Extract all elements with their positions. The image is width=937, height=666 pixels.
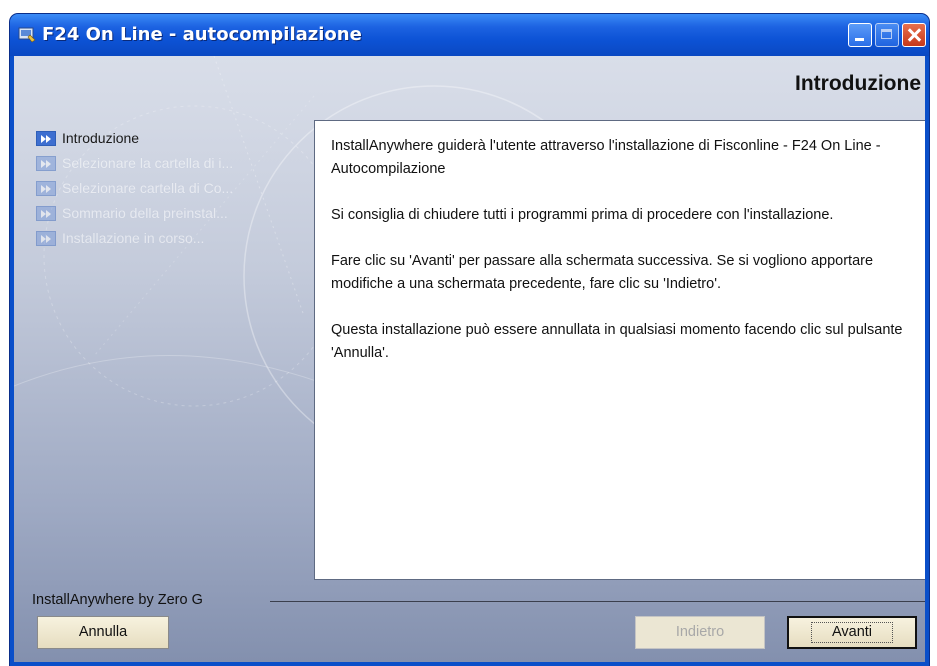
close-icon[interactable] [902,23,926,47]
step-arrow-icon [36,231,56,246]
step-arrow-icon [36,206,56,221]
brand-label: InstallAnywhere by Zero G [32,592,203,608]
step-item: Selezionare cartella di Co... [36,178,306,202]
installer-window: F24 On Line - autocompilazione Introduzi… [10,14,929,666]
intro-paragraph: Questa installazione può essere annullat… [331,322,903,361]
step-label: Sommario della preinstal... [62,205,228,221]
title-bar[interactable]: F24 On Line - autocompilazione [10,14,929,56]
step-label: Selezionare la cartella di i... [62,155,234,171]
step-label: Selezionare cartella di Co... [62,180,234,196]
maximize-icon[interactable] [875,23,899,47]
step-item: Selezionare la cartella di i... [36,153,306,177]
intro-text-panel: InstallAnywhere guiderà l'utente attrave… [314,120,925,580]
brand-separator: InstallAnywhere by Zero G [32,592,925,612]
installer-body: Introduzione Introduzione Selezionare la… [14,56,925,662]
step-item: Introduzione [36,128,306,152]
intro-paragraph: InstallAnywhere guiderà l'utente attrave… [331,138,881,177]
step-arrow-icon [36,131,56,146]
intro-paragraph: Fare clic su 'Avanti' per passare alla s… [331,253,874,292]
back-button[interactable]: Indietro [635,616,765,649]
next-button-label: Avanti [810,622,894,643]
step-label: Introduzione [62,130,140,146]
separator-line [270,601,925,602]
intro-paragraph: Si consiglia di chiudere tutti i program… [331,207,834,223]
step-label: Installazione in corso... [62,230,205,246]
minimize-icon[interactable] [848,23,872,47]
next-button[interactable]: Avanti [787,616,917,649]
step-list: Introduzione Selezionare la cartella di … [36,128,306,253]
step-item: Installazione in corso... [36,228,306,252]
window-title: F24 On Line - autocompilazione [42,24,362,45]
step-item: Sommario della preinstal... [36,203,306,227]
step-arrow-icon [36,181,56,196]
cancel-button[interactable]: Annulla [37,616,169,649]
panel-title: Introduzione [795,72,921,95]
step-arrow-icon [36,156,56,171]
installer-window-icon [18,27,36,43]
